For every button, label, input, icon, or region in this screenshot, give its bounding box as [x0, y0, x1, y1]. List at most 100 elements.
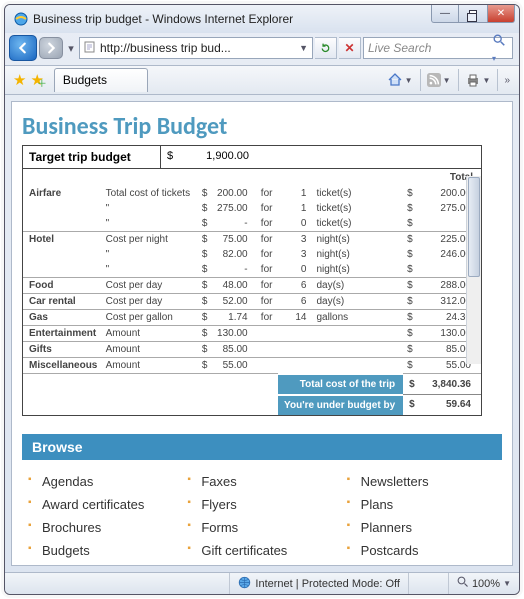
browse-link[interactable]: Gift certificates	[187, 539, 336, 562]
feeds-button[interactable]: ▼	[420, 69, 454, 91]
cell-desc: Cost per day	[102, 294, 198, 310]
globe-icon	[238, 576, 251, 592]
cell-cat	[23, 201, 102, 216]
cell-unit: night(s)	[310, 262, 403, 278]
cell-cur: $	[403, 326, 425, 342]
cell-desc: "	[102, 216, 198, 232]
cell-cur: $	[403, 232, 425, 248]
browse-link[interactable]: Award certificates	[28, 493, 177, 516]
total-cost-label: Total cost of the trip	[278, 374, 403, 395]
search-icon[interactable]: ▾	[488, 33, 508, 64]
cell-qty: 3	[278, 247, 311, 262]
more-tools-chevron[interactable]: »	[497, 69, 513, 91]
under-budget-value: 59.64	[425, 395, 481, 415]
cell-amt: -	[211, 262, 255, 278]
nav-history-dropdown[interactable]: ▾	[65, 37, 77, 59]
cell-for: for	[256, 186, 278, 201]
cell-cur: $	[198, 278, 212, 294]
cell-unit: day(s)	[310, 278, 403, 294]
cell-qty	[278, 358, 311, 374]
cell-cur: $	[198, 232, 212, 248]
command-bar: ★ ★＋ Budgets ▼ ▼ ▼ »	[5, 65, 519, 95]
home-button[interactable]: ▼	[384, 69, 416, 91]
cell-cur: $	[403, 294, 425, 310]
browse-link[interactable]: Forms	[187, 516, 336, 539]
table-row: EntertainmentAmount$130.00$130.00	[23, 326, 481, 342]
cell-desc: "	[102, 247, 198, 262]
page-heading: Business Trip Budget	[22, 112, 508, 141]
scrollbar-thumb[interactable]	[468, 177, 480, 277]
table-row: MiscellaneousAmount$55.00$55.00	[23, 358, 481, 374]
browse-link[interactable]: Agendas	[28, 470, 177, 493]
print-button[interactable]: ▼	[458, 69, 494, 91]
cell-cur: $	[403, 278, 425, 294]
browse-link[interactable]: Planners	[347, 516, 496, 539]
cell-amt: 275.00	[211, 201, 255, 216]
address-field[interactable]: http://business trip bud... ▼	[79, 37, 313, 59]
url-text: http://business trip bud...	[100, 41, 295, 55]
cell-cur: $	[403, 201, 425, 216]
table-row: "$82.00for3night(s)$246.00	[23, 247, 481, 262]
browse-link[interactable]: Flyers	[187, 493, 336, 516]
cell-qty: 3	[278, 232, 311, 248]
maximize-button[interactable]	[459, 5, 487, 23]
cell-amt: 85.00	[211, 342, 255, 358]
cell-amt: 130.00	[211, 326, 255, 342]
cell-qty: 0	[278, 216, 311, 232]
add-favorite-icon[interactable]: ★＋	[30, 71, 43, 89]
browse-link[interactable]: Postcards	[347, 539, 496, 562]
cell-amt: 82.00	[211, 247, 255, 262]
cell-for: for	[256, 294, 278, 310]
cell-unit: ticket(s)	[310, 201, 403, 216]
table-row: FoodCost per day$48.00for6day(s)$288.00	[23, 278, 481, 294]
browser-tab[interactable]: Budgets	[54, 68, 148, 92]
cell-for	[256, 342, 278, 358]
forward-button[interactable]	[39, 37, 63, 59]
table-row: Car rentalCost per day$52.00for6day(s)$3…	[23, 294, 481, 310]
cell-desc: Amount	[102, 342, 198, 358]
search-placeholder: Live Search	[368, 41, 431, 55]
cell-cur: $	[198, 294, 212, 310]
close-button[interactable]: ✕	[487, 5, 515, 23]
browse-link[interactable]: Newsletters	[347, 470, 496, 493]
cell-qty	[278, 326, 311, 342]
cell-cat: Entertainment	[23, 326, 102, 342]
zoom-dropdown-icon[interactable]: ▼	[503, 579, 511, 588]
cell-cat: Miscellaneous	[23, 358, 102, 374]
table-row: "$275.00for1ticket(s)$275.00	[23, 201, 481, 216]
cell-cur: $	[403, 358, 425, 374]
stop-button[interactable]: ✕	[339, 37, 361, 59]
cell-cat: Airfare	[23, 186, 102, 201]
cell-cur: $	[403, 247, 425, 262]
url-dropdown-icon[interactable]: ▼	[299, 43, 308, 53]
cell-amt: 1.74	[211, 310, 255, 326]
minimize-button[interactable]: —	[431, 5, 459, 23]
cell-cur: $	[403, 216, 425, 232]
cell-cat	[23, 247, 102, 262]
zoom-pane[interactable]: 100% ▼	[448, 573, 519, 594]
total-cost-currency: $	[403, 374, 425, 395]
cell-for: for	[256, 310, 278, 326]
browse-link[interactable]: Brochures	[28, 516, 177, 539]
browse-link[interactable]: Faxes	[187, 470, 336, 493]
cell-unit	[310, 342, 403, 358]
table-scrollbar[interactable]	[466, 176, 481, 364]
cell-cur: $	[198, 216, 212, 232]
table-row: HotelCost per night$75.00for3night(s)$22…	[23, 232, 481, 248]
cell-unit: gallons	[310, 310, 403, 326]
cell-qty: 6	[278, 294, 311, 310]
cell-desc: "	[102, 262, 198, 278]
cell-cur: $	[403, 262, 425, 278]
spacer-pane	[408, 573, 448, 594]
page-icon	[84, 41, 96, 56]
favorites-star-icon[interactable]: ★	[13, 71, 26, 89]
browse-link[interactable]: Plans	[347, 493, 496, 516]
page-body[interactable]: Business Trip Budget Target trip budget …	[12, 102, 512, 565]
table-row: GasCost per gallon$1.74for14gallons$24.3…	[23, 310, 481, 326]
browse-link[interactable]: Budgets	[28, 539, 177, 562]
back-button[interactable]	[9, 35, 37, 61]
refresh-button[interactable]	[315, 37, 337, 59]
ie-window: Business trip budget - Windows Internet …	[4, 4, 520, 595]
search-field[interactable]: Live Search ▾	[363, 37, 513, 59]
cell-unit: ticket(s)	[310, 216, 403, 232]
